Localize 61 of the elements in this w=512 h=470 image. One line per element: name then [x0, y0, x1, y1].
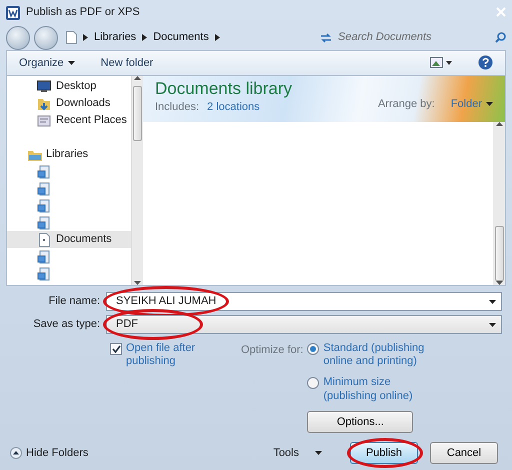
organize-button[interactable]: Organize	[19, 54, 75, 72]
file-name-field[interactable]: SYEIKH ALI JUMAH	[106, 292, 502, 311]
library-title: Documents library	[155, 80, 292, 99]
sidebar-item[interactable]: Desktop	[7, 78, 131, 95]
dropdown-arrow-icon	[489, 322, 496, 326]
desktop-icon	[37, 80, 52, 94]
hide-folders-button[interactable]: Hide Folders	[10, 444, 88, 462]
new-folder-button[interactable]: New folder	[100, 54, 154, 72]
library-icon	[37, 198, 52, 212]
chevron-icon	[83, 34, 88, 41]
includes-label: Includes:	[155, 100, 200, 115]
field-label: Save as type:	[32, 317, 100, 332]
radio-option[interactable]: Minimum size (publishing online)	[307, 376, 436, 403]
breadcrumb-link[interactable]: Libraries	[94, 29, 136, 46]
dialog-button[interactable]: Publish	[350, 442, 418, 464]
word-icon	[6, 6, 20, 20]
dialog-button[interactable]: Cancel	[430, 442, 498, 464]
caret-icon	[68, 61, 75, 65]
open-after-checkbox[interactable]: Open file after publishing	[110, 342, 211, 433]
document-icon	[66, 31, 77, 44]
document-icon	[37, 232, 52, 246]
search-field[interactable]: Search Documents	[336, 28, 491, 47]
help-icon	[478, 55, 493, 70]
scroll-down-icon	[134, 281, 141, 285]
downloads-folder-icon	[37, 96, 52, 110]
radio-option[interactable]: Standard (publishing online and printing)	[307, 342, 436, 368]
recent-places-icon	[37, 114, 52, 128]
window-title: Publish as PDF or XPS	[26, 5, 140, 20]
optimize-label: Optimize for:	[241, 343, 304, 358]
dropdown-arrow-icon	[489, 300, 496, 304]
close-icon	[496, 7, 506, 18]
scroll-thumb[interactable]	[494, 226, 504, 281]
arrange-label: Arrange by:	[378, 97, 435, 112]
caret-icon	[315, 451, 322, 455]
field-label: File name:	[48, 294, 100, 310]
sidebar-item[interactable]: Documents	[7, 231, 131, 248]
locations-link[interactable]: 2 locations	[207, 98, 260, 116]
chevron-icon	[214, 34, 220, 41]
scroll-thumb[interactable]	[133, 86, 142, 141]
forward-button[interactable]	[34, 26, 58, 50]
library-icon	[37, 164, 52, 178]
view-icon	[430, 57, 452, 68]
tools-dropdown[interactable]: Tools	[273, 444, 322, 462]
library-icon	[37, 250, 52, 264]
caret-icon	[486, 102, 493, 106]
sidebar-item[interactable]: Libraries	[7, 146, 131, 163]
checkmark-icon	[112, 345, 120, 353]
help-button[interactable]	[478, 54, 493, 72]
library-icon	[37, 266, 52, 280]
library-icon	[37, 216, 52, 230]
back-button[interactable]	[6, 26, 30, 50]
save-type-dropdown[interactable]: PDF	[106, 315, 502, 334]
breadcrumb-link[interactable]: Documents	[153, 29, 209, 46]
options-button[interactable]: Options...	[307, 410, 414, 433]
chevron-icon	[142, 34, 148, 41]
library-icon	[37, 182, 52, 196]
sidebar-item[interactable]: Recent Places	[7, 112, 131, 129]
collapse-icon	[10, 447, 22, 459]
refresh-icon	[320, 32, 332, 42]
search-icon	[495, 32, 506, 43]
sidebar-item[interactable]: Downloads	[7, 95, 131, 112]
